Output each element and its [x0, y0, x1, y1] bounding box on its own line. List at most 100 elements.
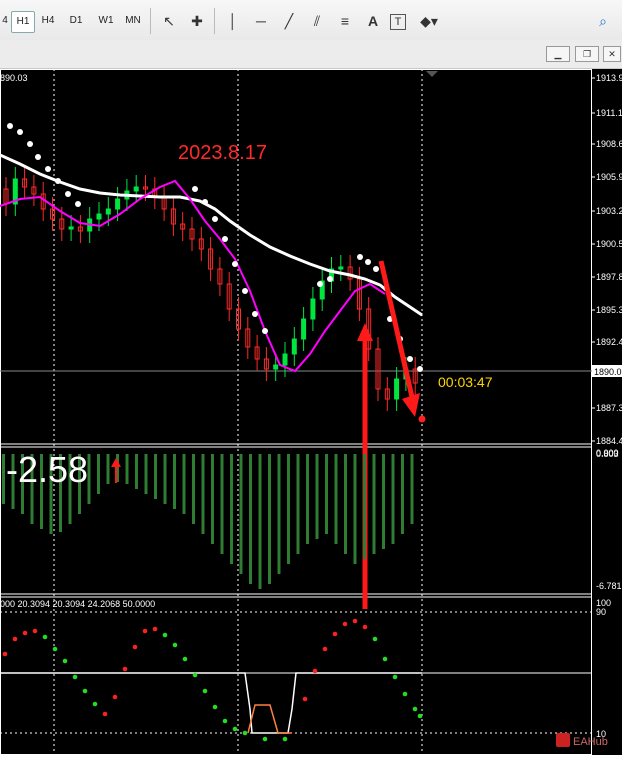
fibonacci-icon[interactable]: ≡ [334, 10, 356, 32]
shapes-icon[interactable]: ◆▾ [418, 10, 440, 32]
stoch-dot [202, 688, 208, 694]
histogram-bar [97, 454, 100, 494]
restore-button[interactable]: ❐ [575, 46, 599, 62]
stoch-dot [372, 636, 378, 642]
date-annotation: 2023.8.17 [178, 142, 267, 164]
current-price: 1890.0 [594, 367, 622, 377]
osc-right-bottom: -6.781 [596, 581, 622, 591]
price-axis: 1913.9 1911.1 1908.6 1905.9 1903.2 1900.5 1897… [592, 73, 622, 446]
stoch-dot [282, 736, 288, 742]
histogram-bar [344, 454, 347, 554]
stoch-dot [322, 646, 328, 652]
histogram-bar [306, 454, 309, 544]
candle-body [338, 266, 344, 270]
stoch-dot [152, 626, 158, 632]
price-label: 1887.3 [596, 403, 622, 413]
sar-dot [262, 328, 268, 334]
tf-partial[interactable]: 4 [0, 11, 10, 31]
sar-dot [35, 154, 41, 160]
stoch-dot [12, 636, 18, 642]
chart-area[interactable]: 1913.9 1911.1 1908.6 1905.9 1903.2 1900.5 1897… [0, 69, 622, 755]
stoch-dot [242, 730, 248, 736]
stoch-dot [342, 621, 348, 627]
histogram-bar [135, 454, 138, 489]
stoch-dot [212, 704, 218, 710]
channel-icon[interactable]: ⫽ [306, 10, 328, 32]
histogram-bar [106, 454, 110, 484]
sar-dot [417, 366, 423, 372]
search-icon[interactable]: ⌕ [592, 10, 614, 32]
stoch-dot [192, 672, 198, 678]
sar-dot [45, 166, 51, 172]
tf-w1[interactable]: W1 [95, 11, 117, 31]
histogram-bar [382, 454, 385, 549]
stoch-dot [182, 656, 188, 662]
tf-h4[interactable]: H4 [37, 11, 59, 31]
histogram-bar [239, 454, 243, 574]
stoch-dot [102, 711, 108, 717]
candle-body [291, 338, 297, 355]
histogram-bar [296, 454, 300, 554]
stoch-dot [72, 674, 78, 680]
stoch-dot [362, 624, 368, 630]
candle-body [68, 226, 74, 230]
histogram-bar [2, 454, 5, 504]
osc-right-top2: 0.000 [596, 448, 619, 458]
stoch-dot [112, 694, 118, 700]
price-label: 1897.8 [596, 272, 622, 282]
stoch-dot [42, 634, 48, 640]
stoch-dot [412, 706, 418, 712]
header-price: 890.03 [0, 73, 28, 83]
stoch-dot [332, 631, 338, 637]
stoch-header: 000 20.3094 20.3094 24.2068 50.0000 [0, 599, 155, 609]
toolbar: 4 H1 H4 D1 W1 MN ↖ ✚ │ ─ ╱ ⫽ ≡ A T ◆▾ ⌕ [0, 0, 622, 41]
sar-dot [17, 129, 23, 135]
chart-svg: 1913.9 1911.1 1908.6 1905.9 1903.2 1900.5 1897… [0, 69, 622, 755]
crosshair-icon[interactable]: ✚ [186, 10, 208, 32]
tf-mn[interactable]: MN [121, 11, 145, 31]
shift-marker [426, 71, 438, 77]
tf-d1[interactable]: D1 [65, 11, 87, 31]
candle-body [96, 213, 102, 220]
price-label: 1892.4 [596, 337, 622, 347]
histogram-bar [182, 454, 186, 514]
stoch-signal-line [0, 672, 422, 734]
stoch-dot [232, 726, 238, 732]
sar-dot [75, 201, 81, 207]
close-button[interactable]: ✕ [603, 46, 621, 62]
sar-dot [327, 276, 333, 282]
cursor-icon[interactable]: ↖ [158, 10, 180, 32]
horizontal-line-icon[interactable]: ─ [250, 10, 272, 32]
price-label: 1900.5 [596, 239, 622, 249]
sar-dot [65, 191, 71, 197]
chart-frame [0, 69, 592, 755]
sar-dot-red [418, 415, 426, 423]
price-label: 1905.9 [596, 172, 622, 182]
histogram-bar [249, 454, 252, 584]
sar-dot [192, 186, 198, 192]
candle-body [115, 198, 121, 210]
trendline-icon[interactable]: ╱ [278, 10, 300, 32]
histogram-bar [220, 454, 224, 554]
minimize-button[interactable]: ▁ [546, 46, 570, 62]
stoch-dot [392, 674, 398, 680]
stoch-dot [302, 696, 308, 702]
vertical-line-icon[interactable]: │ [222, 10, 244, 32]
separator [214, 8, 215, 34]
text-label-icon[interactable]: T [390, 14, 406, 30]
text-icon[interactable]: A [362, 10, 384, 32]
sar-dot [222, 236, 228, 242]
stoch-dot [172, 642, 178, 648]
stoch-dots [2, 618, 423, 742]
stoch-dot [52, 646, 58, 652]
histogram-bar [410, 454, 414, 524]
tf-h1[interactable]: H1 [11, 11, 35, 33]
histogram-bar [363, 454, 366, 559]
stoch-dot [162, 632, 168, 638]
candle-body [105, 208, 111, 215]
candles [3, 167, 418, 411]
sar-dot [242, 288, 248, 294]
stoch-dot [382, 656, 388, 662]
histogram-bar [125, 454, 129, 484]
histogram-bar [163, 454, 167, 504]
